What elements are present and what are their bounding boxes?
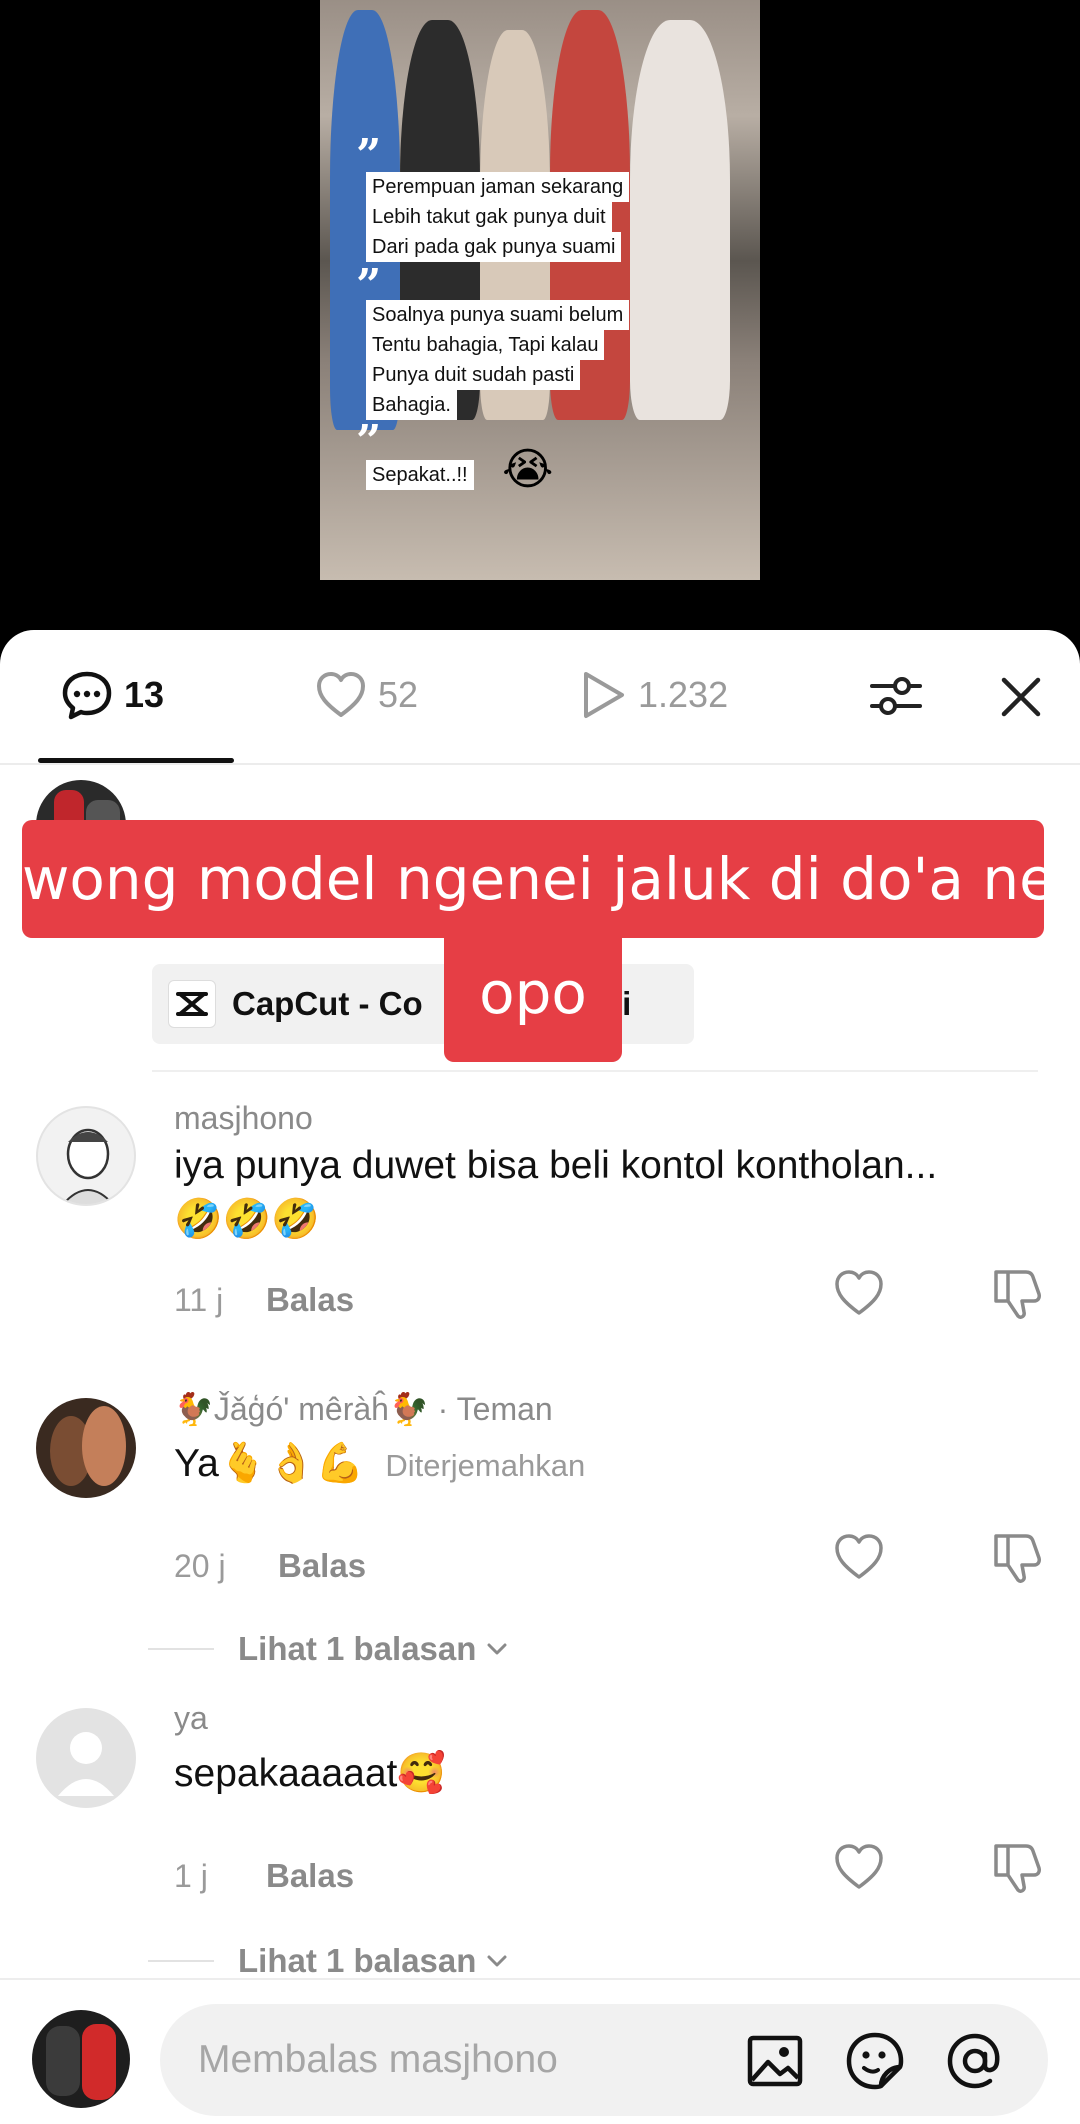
- reply-button[interactable]: Balas: [278, 1547, 366, 1585]
- reply-button[interactable]: Balas: [266, 1857, 354, 1895]
- video-player[interactable]: ” Perempuan jaman sekarang Lebih takut g…: [0, 0, 1080, 640]
- like-icon[interactable]: [832, 1840, 886, 1894]
- overlay-text-banner-continuation: opo: [444, 938, 622, 1062]
- comment-item: masjhono iya punya duwet bisa beli konto…: [0, 1100, 1080, 1340]
- play-icon: [584, 672, 624, 718]
- tab-likes[interactable]: 52: [314, 660, 418, 730]
- caption-line: Dari pada gak punya suami: [366, 232, 622, 262]
- thread-line: [148, 1960, 214, 1962]
- comment-icon: [62, 671, 112, 720]
- tab-plays[interactable]: 1.232: [578, 660, 728, 730]
- caption-line: Tentu bahagia, Tapi kalau: [366, 330, 605, 360]
- friend-tag: · Teman: [428, 1391, 553, 1427]
- play-count: 1.232: [638, 674, 729, 715]
- comment-count: 13: [124, 674, 165, 715]
- avatar[interactable]: [36, 1106, 136, 1206]
- like-count: 52: [378, 674, 419, 715]
- divider: [0, 763, 1080, 765]
- comment-time: 20 j: [174, 1548, 226, 1584]
- image-icon[interactable]: [744, 2030, 806, 2092]
- video-frame[interactable]: ” Perempuan jaman sekarang Lebih takut g…: [320, 0, 760, 580]
- overlay-text-banner: wong model ngenei jaluk di do'a ne: [22, 820, 1055, 938]
- view-replies-label: Lihat 1 balasan: [238, 1942, 477, 1979]
- comment-time: 1 j: [174, 1858, 208, 1894]
- my-avatar[interactable]: [32, 2010, 130, 2108]
- comment-text[interactable]: Ya🫰👌💪 Diterjemahkan: [174, 1440, 585, 1486]
- reply-bar: Membalas masjhono: [0, 1978, 1080, 2124]
- heart-icon: [317, 672, 365, 717]
- view-replies-label: Lihat 1 balasan: [238, 1630, 477, 1667]
- caption-line: Punya duit sudah pasti: [366, 360, 581, 390]
- crying-emoji-sticker: 😭: [502, 445, 554, 494]
- comments-sheet: 13 52 1.232 CapCut - Co wong model ngene…: [0, 630, 1080, 2124]
- dislike-icon[interactable]: [990, 1838, 1048, 1896]
- person-figure: [630, 20, 730, 420]
- comment-item: 🐓J̌ǎģó' mêràĥ🐓 · Teman Ya🫰👌💪 Diterjemahk…: [0, 1386, 1080, 1667]
- quote-mark: ”: [356, 416, 382, 467]
- capcut-icon: [168, 980, 216, 1028]
- default-avatar[interactable]: [36, 1708, 136, 1808]
- translated-label[interactable]: Diterjemahkan: [385, 1448, 585, 1483]
- view-replies-button[interactable]: Lihat 1 balasan: [148, 1942, 510, 1980]
- comment-username[interactable]: masjhono: [174, 1100, 313, 1137]
- like-icon[interactable]: [832, 1530, 886, 1584]
- chevron-down-icon: [487, 1643, 507, 1655]
- caption-line: Sepakat..!!: [366, 460, 474, 490]
- like-icon[interactable]: [832, 1266, 886, 1320]
- comment-text[interactable]: iya punya duwet bisa beli kontol konthol…: [174, 1144, 937, 1188]
- close-icon[interactable]: [994, 670, 1048, 724]
- dislike-icon[interactable]: [990, 1528, 1048, 1586]
- filter-icon[interactable]: [868, 668, 924, 724]
- caption-line: Perempuan jaman sekarang: [366, 172, 630, 202]
- sticker-icon[interactable]: [844, 2030, 906, 2092]
- comment-text[interactable]: sepakaaaaat🥰: [174, 1750, 446, 1796]
- stats-bar: 13 52 1.232: [0, 630, 1080, 765]
- mention-icon[interactable]: [944, 2030, 1006, 2092]
- comment-time: 11 j: [174, 1282, 224, 1318]
- tab-comments[interactable]: 13: [60, 660, 164, 730]
- caption-line: Lebih takut gak punya duit: [366, 202, 612, 232]
- comment-username[interactable]: ya: [174, 1700, 208, 1737]
- reply-input[interactable]: Membalas masjhono: [160, 2004, 1048, 2116]
- dislike-icon[interactable]: [990, 1264, 1048, 1322]
- divider: [152, 1070, 1038, 1072]
- reply-button[interactable]: Balas: [266, 1281, 354, 1319]
- comment-emojis: 🤣🤣🤣: [174, 1198, 320, 1241]
- caption-line: Soalnya punya suami belum: [366, 300, 630, 330]
- reply-input-placeholder: Membalas masjhono: [198, 2038, 558, 2081]
- comment-username[interactable]: 🐓J̌ǎģó' mêràĥ🐓 · Teman: [174, 1390, 553, 1428]
- avatar[interactable]: [36, 1398, 136, 1498]
- chevron-down-icon: [487, 1955, 507, 1967]
- view-replies-button[interactable]: Lihat 1 balasan: [148, 1630, 510, 1668]
- comment-item: ya sepakaaaaat🥰 1 j Balas Lihat 1 balasa…: [0, 1700, 1080, 1979]
- thread-line: [148, 1648, 214, 1650]
